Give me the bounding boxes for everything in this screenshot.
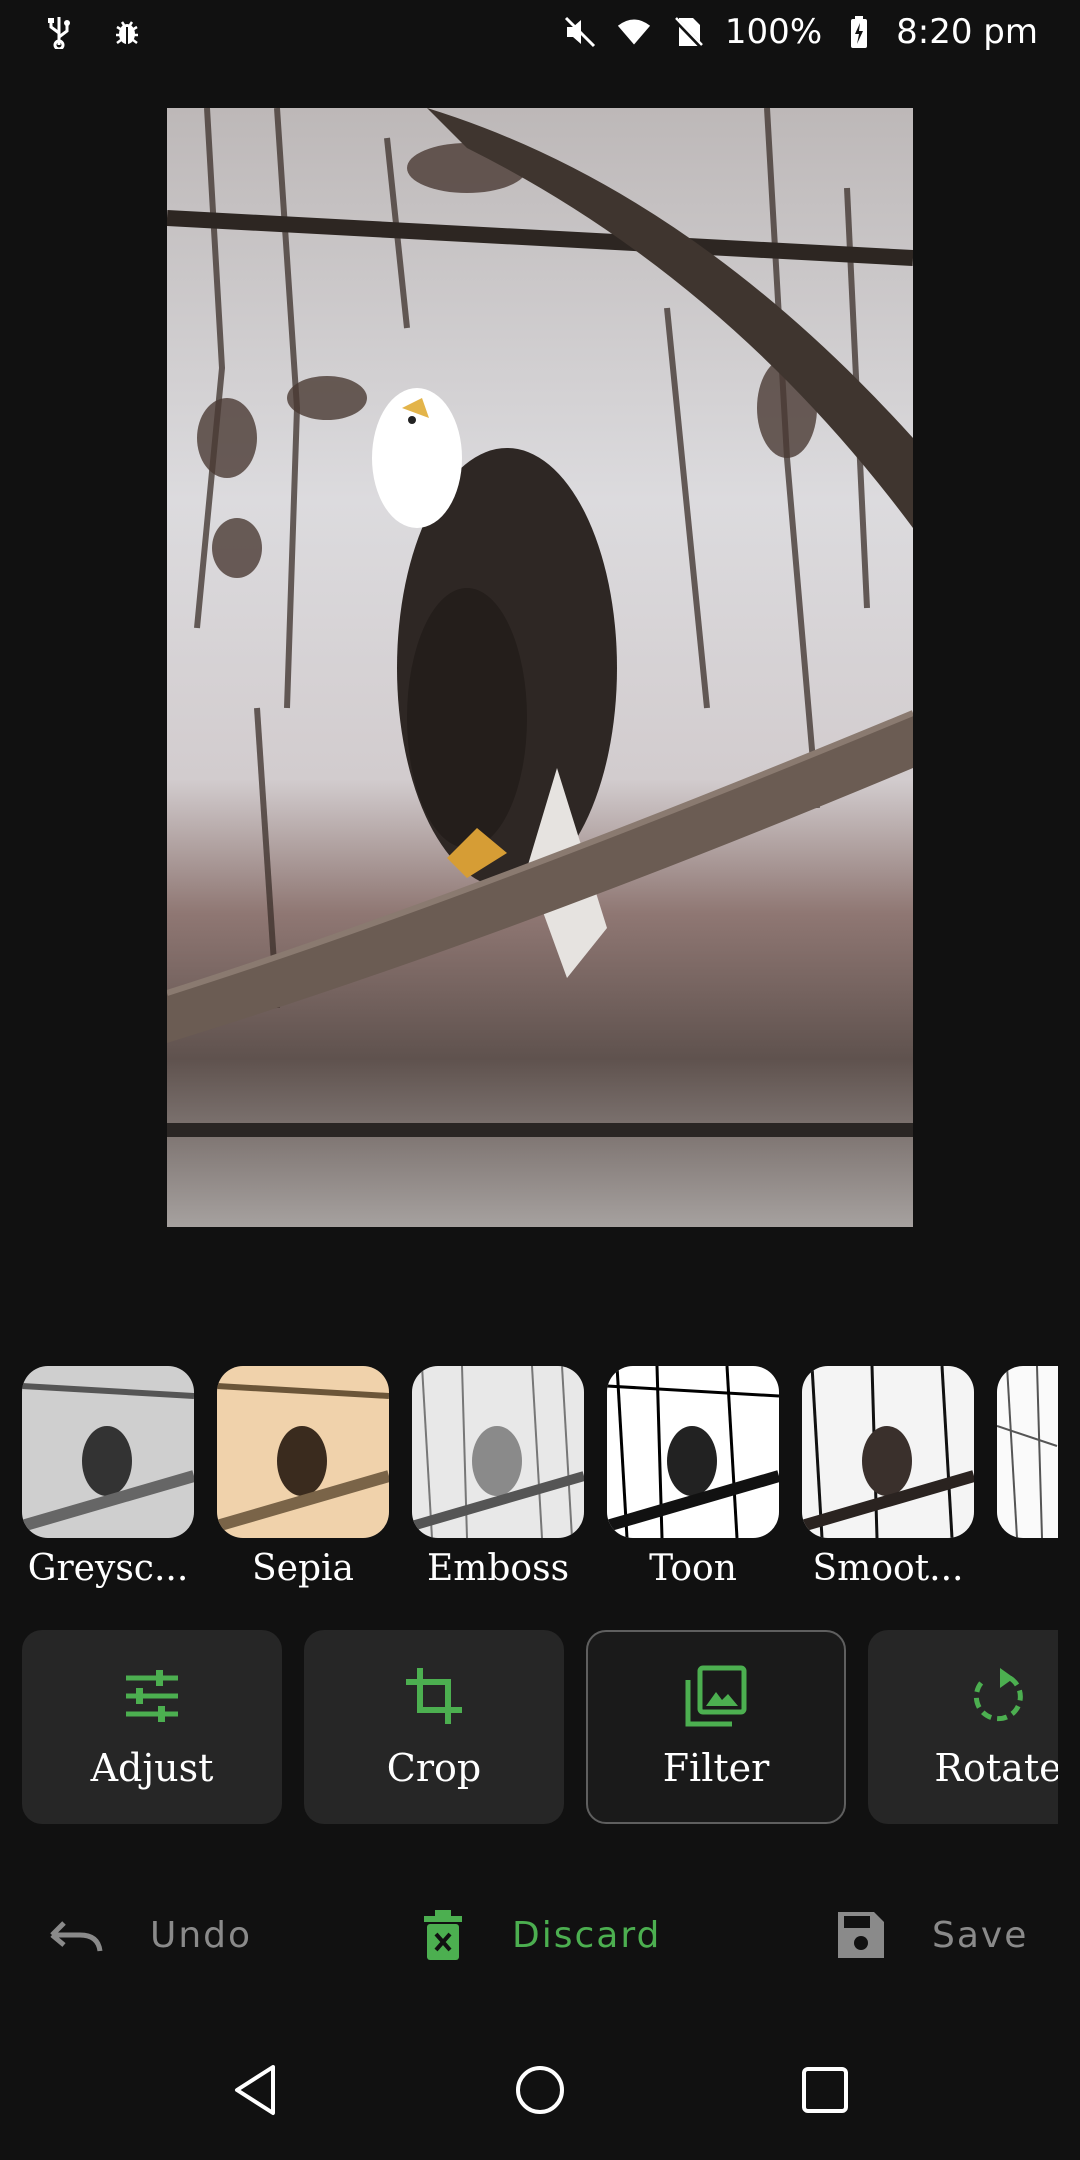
sketch-thumbnail[interactable]: [997, 1366, 1058, 1538]
tool-crop[interactable]: Crop: [304, 1630, 564, 1824]
filter-thumbnails[interactable]: Greysc... Sepia Emboss Toon Smoot...: [22, 1366, 1058, 1596]
rotate-icon: [973, 1668, 1023, 1722]
usb-icon: [42, 15, 76, 49]
save-button[interactable]: Save: [836, 1900, 1028, 1970]
home-icon[interactable]: [510, 2060, 570, 2120]
clock: 8:20 pm: [896, 12, 1038, 52]
image-filter-icon: [685, 1665, 747, 1727]
tool-label: Adjust: [90, 1746, 214, 1790]
status-bar: 100% 8:20 pm: [0, 0, 1080, 64]
filter-emboss[interactable]: Emboss: [412, 1366, 584, 1589]
bottom-actions: Undo Discard Save: [0, 1900, 1080, 1970]
bald-eagle-photo: [167, 108, 913, 1227]
back-icon[interactable]: [225, 2060, 285, 2120]
tool-label: Rotate: [934, 1746, 1058, 1790]
recents-icon[interactable]: [795, 2060, 855, 2120]
filter-label: Smoot...: [812, 1548, 964, 1589]
navigation-bar: [0, 2040, 1080, 2140]
filter-toon[interactable]: Toon: [607, 1366, 779, 1589]
battery-icon: [842, 15, 876, 49]
tool-rotate[interactable]: Rotate: [868, 1630, 1058, 1824]
battery-percent: 100%: [724, 12, 823, 52]
tool-adjust[interactable]: Adjust: [22, 1630, 282, 1824]
tool-label: Crop: [386, 1746, 482, 1790]
greyscale-thumbnail[interactable]: [22, 1366, 194, 1538]
bug-icon: [110, 15, 144, 49]
filter-sketch[interactable]: Sk: [997, 1366, 1058, 1589]
sliders-icon: [126, 1670, 178, 1722]
filter-sepia[interactable]: Sepia: [217, 1366, 389, 1589]
smooth-thumbnail[interactable]: [802, 1366, 974, 1538]
undo-button[interactable]: Undo: [46, 1900, 252, 1970]
discard-button[interactable]: Discard: [420, 1900, 661, 1970]
undo-icon: [50, 1921, 103, 1952]
tool-label: Filter: [662, 1746, 770, 1790]
photo-preview[interactable]: [167, 108, 913, 1227]
undo-label: Undo: [150, 1914, 253, 1956]
wifi-icon: [617, 15, 651, 49]
filter-smooth[interactable]: Smoot...: [802, 1366, 974, 1589]
save-icon: [838, 1912, 884, 1958]
save-label: Save: [932, 1914, 1029, 1956]
filter-greyscale[interactable]: Greysc...: [22, 1366, 194, 1589]
no-sim-icon: [671, 15, 705, 49]
tool-filter[interactable]: Filter: [586, 1630, 846, 1824]
crop-icon: [406, 1668, 462, 1724]
toon-thumbnail[interactable]: [607, 1366, 779, 1538]
filter-label: Emboss: [426, 1548, 570, 1589]
filter-label: Greysc...: [27, 1548, 189, 1589]
status-left: [42, 15, 144, 49]
filter-label: Toon: [649, 1548, 737, 1589]
discard-label: Discard: [512, 1914, 662, 1956]
editor-tools: Adjust Crop Filter Rotate: [22, 1630, 1058, 1824]
sepia-thumbnail[interactable]: [217, 1366, 389, 1538]
filter-label: Sepia: [252, 1548, 354, 1589]
delete-icon: [424, 1910, 462, 1960]
mute-icon: [563, 15, 597, 49]
status-right: 100% 8:20 pm: [563, 12, 1038, 52]
emboss-thumbnail[interactable]: [412, 1366, 584, 1538]
